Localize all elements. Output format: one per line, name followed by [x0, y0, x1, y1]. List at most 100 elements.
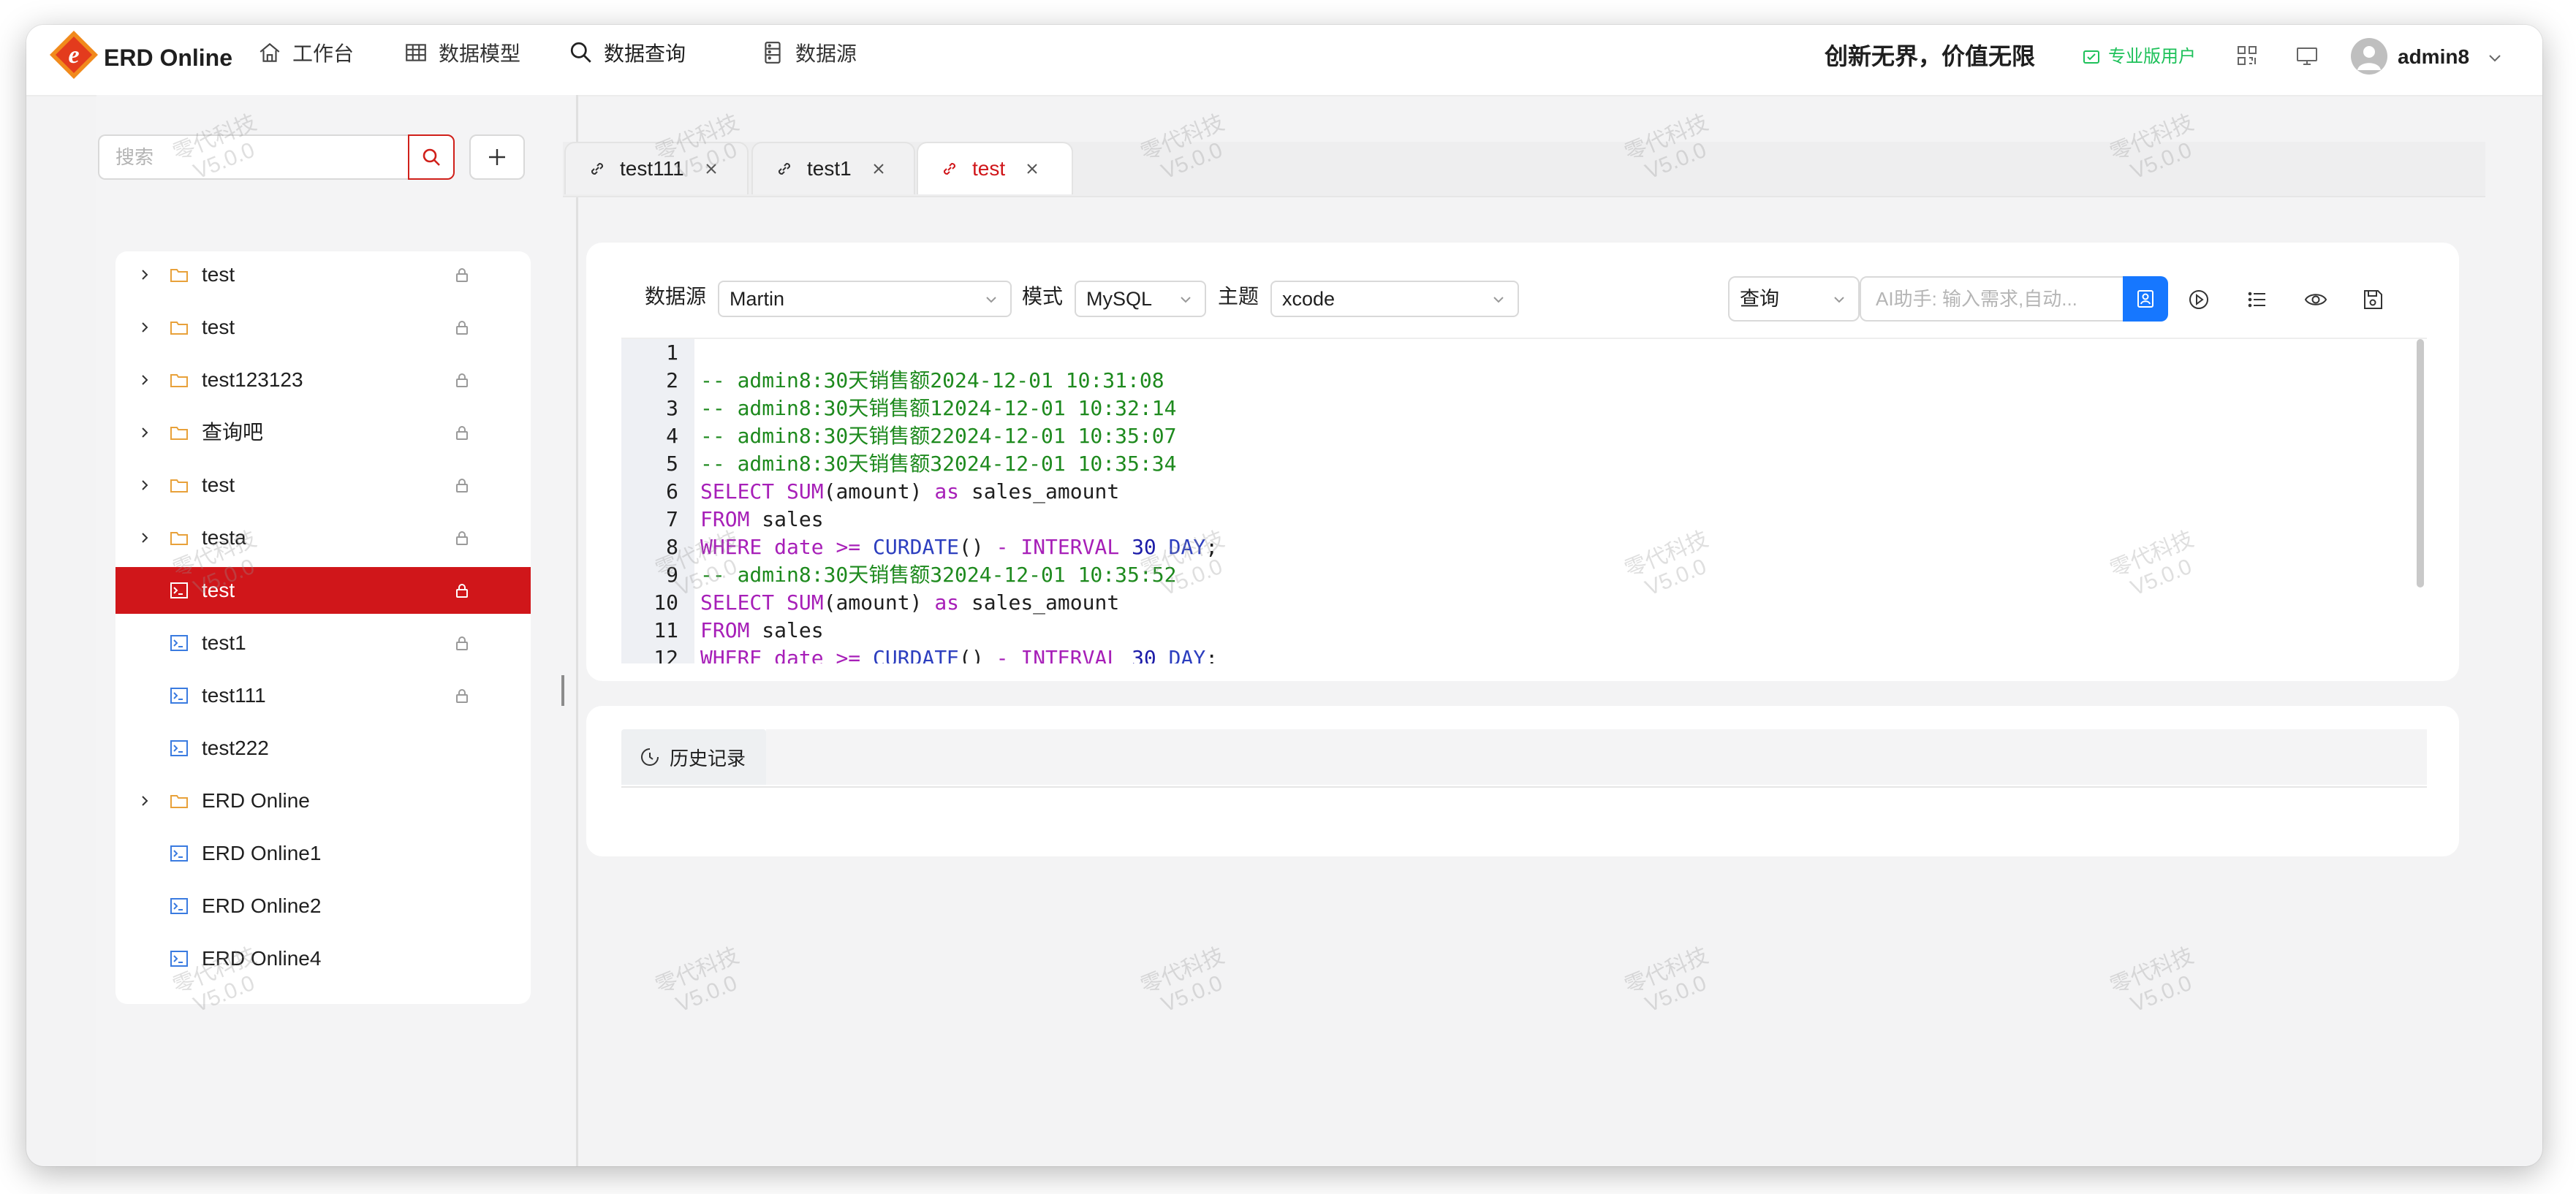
- tab-test111[interactable]: test111: [564, 142, 749, 194]
- tree-folder-item[interactable]: 查询吧: [115, 409, 531, 456]
- console-icon: [170, 635, 188, 651]
- code-token: (amount): [823, 590, 935, 615]
- user-name[interactable]: admin8: [2398, 41, 2469, 73]
- folder-icon: [170, 479, 188, 493]
- chevron-right-icon[interactable]: [137, 320, 152, 335]
- tree-folder-item[interactable]: ERD Online: [115, 777, 531, 824]
- chevron-right-icon[interactable]: [137, 478, 152, 493]
- nav-label: 数据查询: [604, 42, 686, 65]
- tree-folder-item[interactable]: test: [115, 251, 531, 298]
- code-token: (): [959, 535, 996, 559]
- avatar[interactable]: [2351, 38, 2387, 75]
- theme-select[interactable]: xcode: [1270, 281, 1519, 317]
- datasource-label: 数据源: [645, 285, 707, 308]
- nav-data-model[interactable]: 数据模型: [404, 35, 520, 70]
- tree-folder-item[interactable]: test: [115, 304, 531, 351]
- code-line: -- admin8:30天销售额32024-12-01 10:35:34: [700, 450, 1176, 478]
- robot-icon: [2137, 290, 2153, 308]
- close-icon[interactable]: [871, 161, 887, 177]
- tab-label: test111: [620, 157, 684, 180]
- tree-query-item[interactable]: ERD Online1: [115, 830, 531, 877]
- save-button[interactable]: [2357, 284, 2389, 316]
- chevron-down-icon[interactable]: [2487, 50, 2503, 66]
- history-card: 历史记录: [586, 706, 2459, 856]
- brand-name: ERD Online: [104, 45, 233, 71]
- code-token: -- admin8:30天销售额12024-12-01 10:32:14: [700, 396, 1177, 420]
- theme-value: xcode: [1282, 288, 1336, 310]
- tree-query-item[interactable]: test1: [115, 620, 531, 666]
- line-number: 10: [654, 590, 678, 615]
- ai-assistant-input[interactable]: [1860, 276, 2124, 322]
- run-button[interactable]: [2183, 284, 2215, 316]
- code-line: -- admin8:30天销售额2024-12-01 10:31:08: [700, 367, 1164, 395]
- tree-query-item[interactable]: ERD Online2: [115, 883, 531, 929]
- tab-label: test: [972, 157, 1006, 180]
- preview-button[interactable]: [2300, 284, 2332, 316]
- action-select[interactable]: 查询: [1728, 276, 1860, 322]
- editor-scrollbar[interactable]: [2417, 339, 2424, 588]
- tree-query-item[interactable]: test222: [115, 725, 531, 772]
- chevron-right-icon[interactable]: [137, 373, 152, 387]
- search-input[interactable]: [98, 134, 408, 180]
- close-icon[interactable]: [703, 161, 719, 177]
- desktop-button[interactable]: [2291, 39, 2323, 72]
- user-avatar-icon: [2357, 46, 2381, 70]
- line-number: 12: [654, 646, 678, 663]
- sql-editor[interactable]: 1 2 3 4 5 6 7 8 9 10 11 12 -- admin8:30天销售额2024-12-…: [621, 338, 2427, 663]
- pro-user-badge[interactable]: 专业版用户: [2082, 42, 2196, 72]
- search-button[interactable]: [408, 134, 455, 180]
- erd-logo-icon: e: [50, 31, 98, 79]
- nav-datasource[interactable]: 数据源: [760, 35, 857, 70]
- plus-icon: [489, 149, 505, 165]
- tab-test-active[interactable]: test: [917, 142, 1073, 194]
- nav-data-query[interactable]: 数据查询: [569, 35, 686, 70]
- add-query-button[interactable]: [469, 134, 525, 180]
- code-token: >=: [836, 535, 861, 559]
- svg-text:e: e: [68, 42, 79, 69]
- code-token: SUM: [787, 590, 824, 615]
- chevron-right-icon[interactable]: [137, 267, 152, 282]
- nav-label: 数据模型: [439, 42, 521, 65]
- ai-generate-button[interactable]: [2123, 276, 2168, 322]
- lock-icon: [456, 479, 468, 493]
- tree-item-label: ERD Online1: [202, 842, 322, 864]
- close-icon[interactable]: [1024, 161, 1040, 177]
- tree-query-item[interactable]: test: [115, 567, 531, 614]
- chevron-down-icon: [1493, 297, 1504, 303]
- code-token: date: [774, 646, 824, 663]
- line-number: 9: [666, 563, 678, 587]
- database-icon: [765, 42, 781, 64]
- list-button[interactable]: [2241, 284, 2273, 316]
- home-icon: [260, 42, 280, 62]
- lock-icon: [456, 636, 468, 650]
- nav-workbench[interactable]: 工作台: [257, 35, 354, 70]
- tree-query-item[interactable]: test111: [115, 672, 531, 719]
- folder-icon: [170, 374, 188, 387]
- code-token: DAY: [1168, 646, 1206, 663]
- tab-test1[interactable]: test1: [751, 142, 915, 194]
- tree-folder-item[interactable]: testa: [115, 514, 531, 561]
- qrcode-button[interactable]: [2231, 39, 2263, 72]
- table-icon: [406, 44, 426, 61]
- panel-splitter-handle[interactable]: [561, 675, 564, 706]
- tree-folder-item[interactable]: test: [115, 462, 531, 509]
- chevron-right-icon[interactable]: [137, 425, 152, 440]
- tree-item-label: test111: [202, 684, 266, 707]
- code-token: FROM: [700, 618, 750, 642]
- mode-select[interactable]: MySQL: [1075, 281, 1206, 317]
- code-token: sales: [749, 507, 824, 531]
- history-tab[interactable]: 历史记录: [621, 729, 766, 785]
- chevron-right-icon[interactable]: [137, 531, 152, 545]
- tree-query-item[interactable]: ERD Online4: [115, 935, 531, 982]
- chevron-right-icon[interactable]: [137, 794, 152, 808]
- tree-item-label: test: [202, 579, 235, 601]
- datasource-select[interactable]: Martin: [718, 281, 1012, 317]
- tree-folder-item[interactable]: test123123: [115, 357, 531, 403]
- lock-icon: [456, 584, 468, 598]
